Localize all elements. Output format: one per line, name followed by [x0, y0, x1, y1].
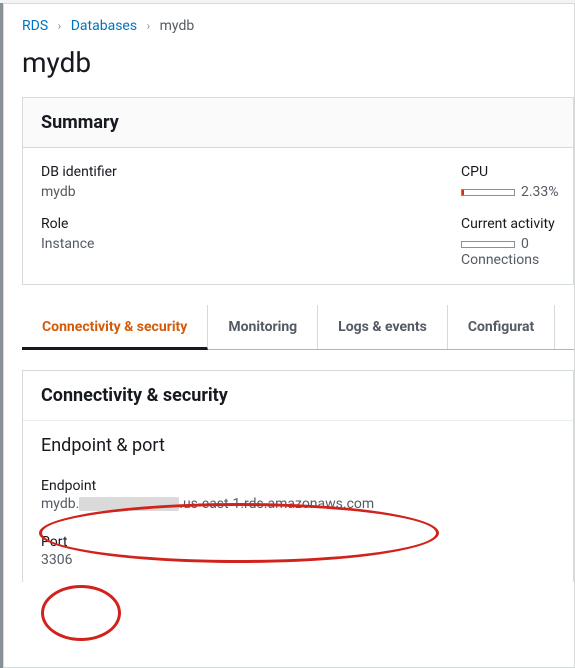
tab-connectivity-security[interactable]: Connectivity & security — [22, 305, 208, 350]
activity-bar-icon — [461, 241, 515, 248]
cpu-label: CPU — [461, 164, 575, 180]
breadcrumb-root[interactable]: RDS — [22, 18, 48, 34]
cpu-bar-icon — [461, 189, 515, 196]
breadcrumb-current: mydb — [160, 18, 195, 34]
summary-heading: Summary — [23, 98, 573, 148]
endpoint-label: Endpoint — [41, 478, 555, 494]
endpoint-value: mydb..us-east-1.rds.amazonaws.com — [41, 496, 555, 512]
connectivity-heading: Connectivity & security — [23, 371, 573, 421]
endpoint-port-heading: Endpoint & port — [23, 421, 573, 462]
masked-segment — [79, 497, 179, 511]
db-identifier-label: DB identifier — [41, 164, 421, 180]
page-title: mydb — [4, 42, 574, 97]
chevron-right-icon: › — [147, 19, 151, 33]
role-value: Instance — [41, 236, 421, 252]
current-activity-label: Current activity — [461, 216, 575, 232]
port-value: 3306 — [41, 552, 555, 568]
current-activity-value: 0 Connections — [461, 236, 575, 268]
tabs: Connectivity & security Monitoring Logs … — [22, 305, 574, 350]
tab-monitoring[interactable]: Monitoring — [208, 305, 318, 349]
tab-configuration[interactable]: Configurat — [448, 305, 555, 349]
port-label: Port — [41, 534, 555, 550]
cpu-value: 2.33% — [461, 184, 575, 200]
chevron-right-icon: › — [58, 19, 62, 33]
summary-panel: Summary DB identifier mydb CPU 2.33% Rol… — [22, 97, 574, 285]
breadcrumb-databases[interactable]: Databases — [71, 18, 137, 34]
tab-logs-events[interactable]: Logs & events — [318, 305, 448, 349]
breadcrumb: RDS › Databases › mydb — [4, 18, 574, 42]
role-label: Role — [41, 216, 421, 232]
db-identifier-value: mydb — [41, 184, 421, 200]
connectivity-panel: Connectivity & security Endpoint & port … — [22, 370, 574, 582]
